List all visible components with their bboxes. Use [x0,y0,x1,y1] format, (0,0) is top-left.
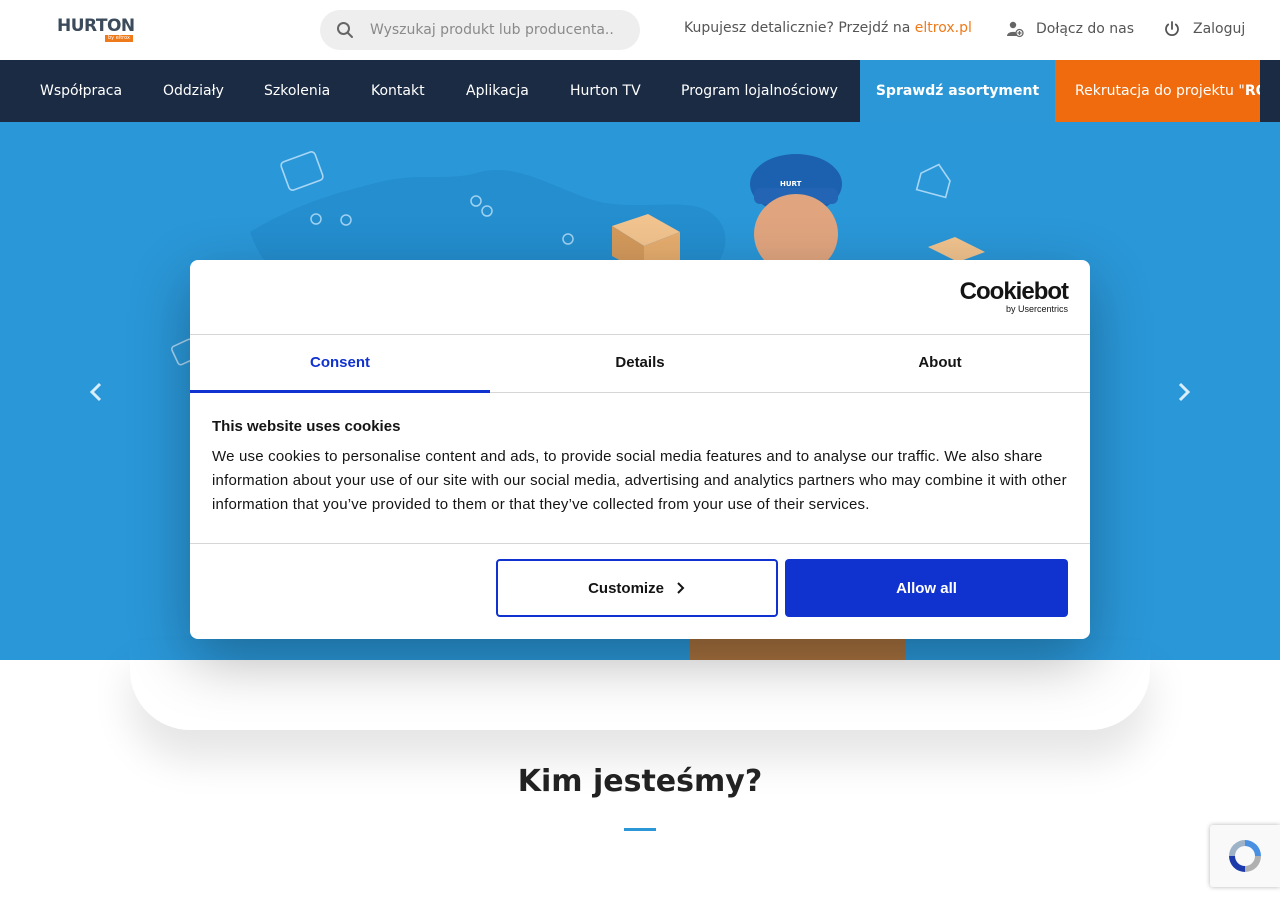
cap-logo: HURT [780,180,802,188]
nav-cta-rekrutacja[interactable]: Rekrutacja do projektu "RO [1055,60,1260,122]
join-label: Dołącz do nas [1036,21,1135,37]
recaptcha-badge[interactable] [1210,825,1280,887]
cookie-tabs: Consent Details About [190,335,1090,393]
login-label: Zaloguj [1193,21,1246,37]
chevron-right-icon [677,582,685,594]
section-title: Kim jesteśmy? [517,764,763,799]
power-icon [1165,21,1179,36]
cookie-dialog-text: We use cookies to personalise content an… [212,448,1067,513]
top-header: HURTON by eltrox Kupujesz detalicznie? P… [0,0,1280,60]
customize-button[interactable]: Customize [496,559,778,617]
nav-item-szkolenia[interactable]: Szkolenia [264,60,330,122]
nav-item-hurton-tv[interactable]: Hurton TV [570,60,641,122]
rekrutacja-label: Rekrutacja do projektu " [1075,83,1245,99]
rekrutacja-label-bold: RO [1244,83,1260,99]
login-button[interactable]: Zaloguj [1163,20,1245,38]
section-underline [624,828,656,831]
cookie-consent-dialog: Cookiebot by Usercentrics Consent Detail… [190,260,1090,639]
recaptcha-icon [1229,840,1261,872]
slider-prev-icon[interactable] [84,380,108,404]
hurton-logo[interactable]: HURTON by eltrox [57,16,137,44]
nav-item-kontakt[interactable]: Kontakt [371,60,425,122]
nav-item-wspolpraca[interactable]: Współpraca [40,60,122,122]
search-icon[interactable] [336,21,354,39]
nav-item-oddzialy[interactable]: Oddziały [163,60,224,122]
cookie-dialog-title: This website uses cookies [212,418,401,435]
tab-details[interactable]: Details [490,335,790,393]
retail-text: Kupujesz detalicznie? Przejdź na [684,20,915,36]
slider-next-icon[interactable] [1172,380,1196,404]
retail-notice: Kupujesz detalicznie? Przejdź na eltrox.… [684,20,972,36]
main-nav: Współpraca Oddziały Szkolenia Kontakt Ap… [0,60,1280,122]
add-user-icon [1007,21,1024,38]
tab-about[interactable]: About [790,335,1090,393]
join-button[interactable]: Dołącz do nas [1006,20,1134,38]
cookiebot-brand-sub: by Usercentrics [1005,304,1068,314]
nav-cta-sprawdz-asortyment[interactable]: Sprawdź asortyment [860,60,1055,122]
search-box[interactable] [320,10,640,50]
cookie-dialog-header: Cookiebot by Usercentrics [190,260,1090,335]
hero-card-shadow [130,640,1150,730]
customize-label: Customize [588,579,664,597]
cookie-dialog-footer: Customize Allow all [190,543,1090,639]
cookie-dialog-body: This website uses cookies We use cookies… [212,418,1072,517]
eltrox-link[interactable]: eltrox.pl [915,20,972,36]
search-input[interactable] [368,10,628,50]
cookiebot-brand: Cookiebot [959,278,1069,305]
logo-subtext: by eltrox [105,35,133,42]
nav-item-aplikacja[interactable]: Aplikacja [466,60,529,122]
tab-consent[interactable]: Consent [190,335,490,393]
nav-item-program-lojalnosciowy[interactable]: Program lojalnościowy [681,60,838,122]
logo-text: HURTON [57,16,135,36]
cookiebot-logo: Cookiebot by Usercentrics [959,278,1069,315]
allow-all-button[interactable]: Allow all [785,559,1068,617]
